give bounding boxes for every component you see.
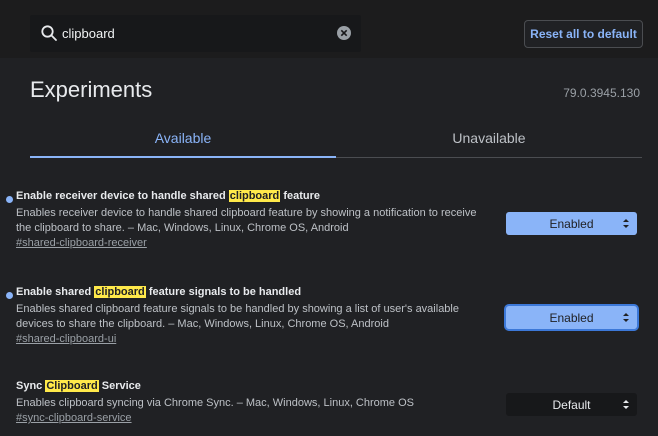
- select-caret-icon: [623, 313, 629, 322]
- select-caret-icon: [623, 400, 629, 409]
- top-bar: clipboard Reset all to default: [0, 0, 658, 58]
- experiment-description: Enables receiver device to handle shared…: [16, 206, 486, 251]
- experiment-title: Sync Clipboard Service: [16, 380, 141, 392]
- select-value: Default: [552, 397, 591, 412]
- version-label: 79.0.3945.130: [563, 86, 640, 100]
- experiment-link[interactable]: #shared-clipboard-receiver: [16, 236, 486, 251]
- experiment-link[interactable]: #shared-clipboard-ui: [16, 332, 486, 347]
- experiment-state-select[interactable]: Enabled: [506, 212, 637, 235]
- experiment-title-suffix: feature: [280, 190, 321, 202]
- experiment-title: Enable shared clipboard feature signals …: [16, 286, 301, 298]
- experiment-title-prefix: Sync: [16, 380, 46, 392]
- experiment-state-select[interactable]: Default: [506, 393, 637, 416]
- experiment-description: Enables shared clipboard feature signals…: [16, 302, 486, 347]
- experiment-description-text: Enables clipboard syncing via Chrome Syn…: [16, 397, 415, 409]
- tab-unavailable[interactable]: Unavailable: [336, 130, 642, 146]
- experiment-title: Enable receiver device to handle shared …: [16, 190, 320, 202]
- select-value: Enabled: [549, 310, 594, 325]
- modified-indicator-icon: [6, 196, 13, 203]
- clear-search-icon[interactable]: [337, 26, 351, 40]
- select-value: Enabled: [549, 216, 594, 231]
- experiment-description-text: Enables receiver device to handle shared…: [16, 207, 477, 234]
- modified-indicator-icon: [6, 292, 13, 299]
- experiment-title-suffix: Service: [98, 380, 141, 392]
- experiment-title-suffix: feature signals to be handled: [145, 286, 302, 298]
- search-input[interactable]: clipboard: [30, 15, 361, 52]
- experiment-item: Enable receiver device to handle shared …: [0, 190, 658, 260]
- experiment-state-select[interactable]: Enabled: [506, 306, 637, 329]
- tab-available[interactable]: Available: [30, 130, 336, 146]
- search-value: clipboard: [62, 26, 115, 41]
- search-icon: [41, 25, 57, 41]
- reset-all-button[interactable]: Reset all to default: [524, 20, 643, 48]
- active-tab-indicator: [30, 156, 336, 158]
- search-highlight: clipboard: [228, 190, 281, 202]
- experiment-title-prefix: Enable shared: [16, 286, 95, 298]
- experiment-description-text: Enables shared clipboard feature signals…: [16, 303, 459, 330]
- search-highlight: Clipboard: [45, 380, 99, 392]
- page-title: Experiments: [30, 77, 153, 102]
- select-caret-icon: [623, 219, 629, 228]
- experiment-title-prefix: Enable receiver device to handle shared: [16, 190, 229, 202]
- experiment-link[interactable]: #sync-clipboard-service: [16, 411, 486, 426]
- experiment-item: Enable shared clipboard feature signals …: [0, 286, 658, 356]
- experiment-item: Sync Clipboard Service Enables clipboard…: [0, 380, 658, 436]
- search-highlight: clipboard: [94, 286, 146, 298]
- experiment-description: Enables clipboard syncing via Chrome Syn…: [16, 396, 486, 426]
